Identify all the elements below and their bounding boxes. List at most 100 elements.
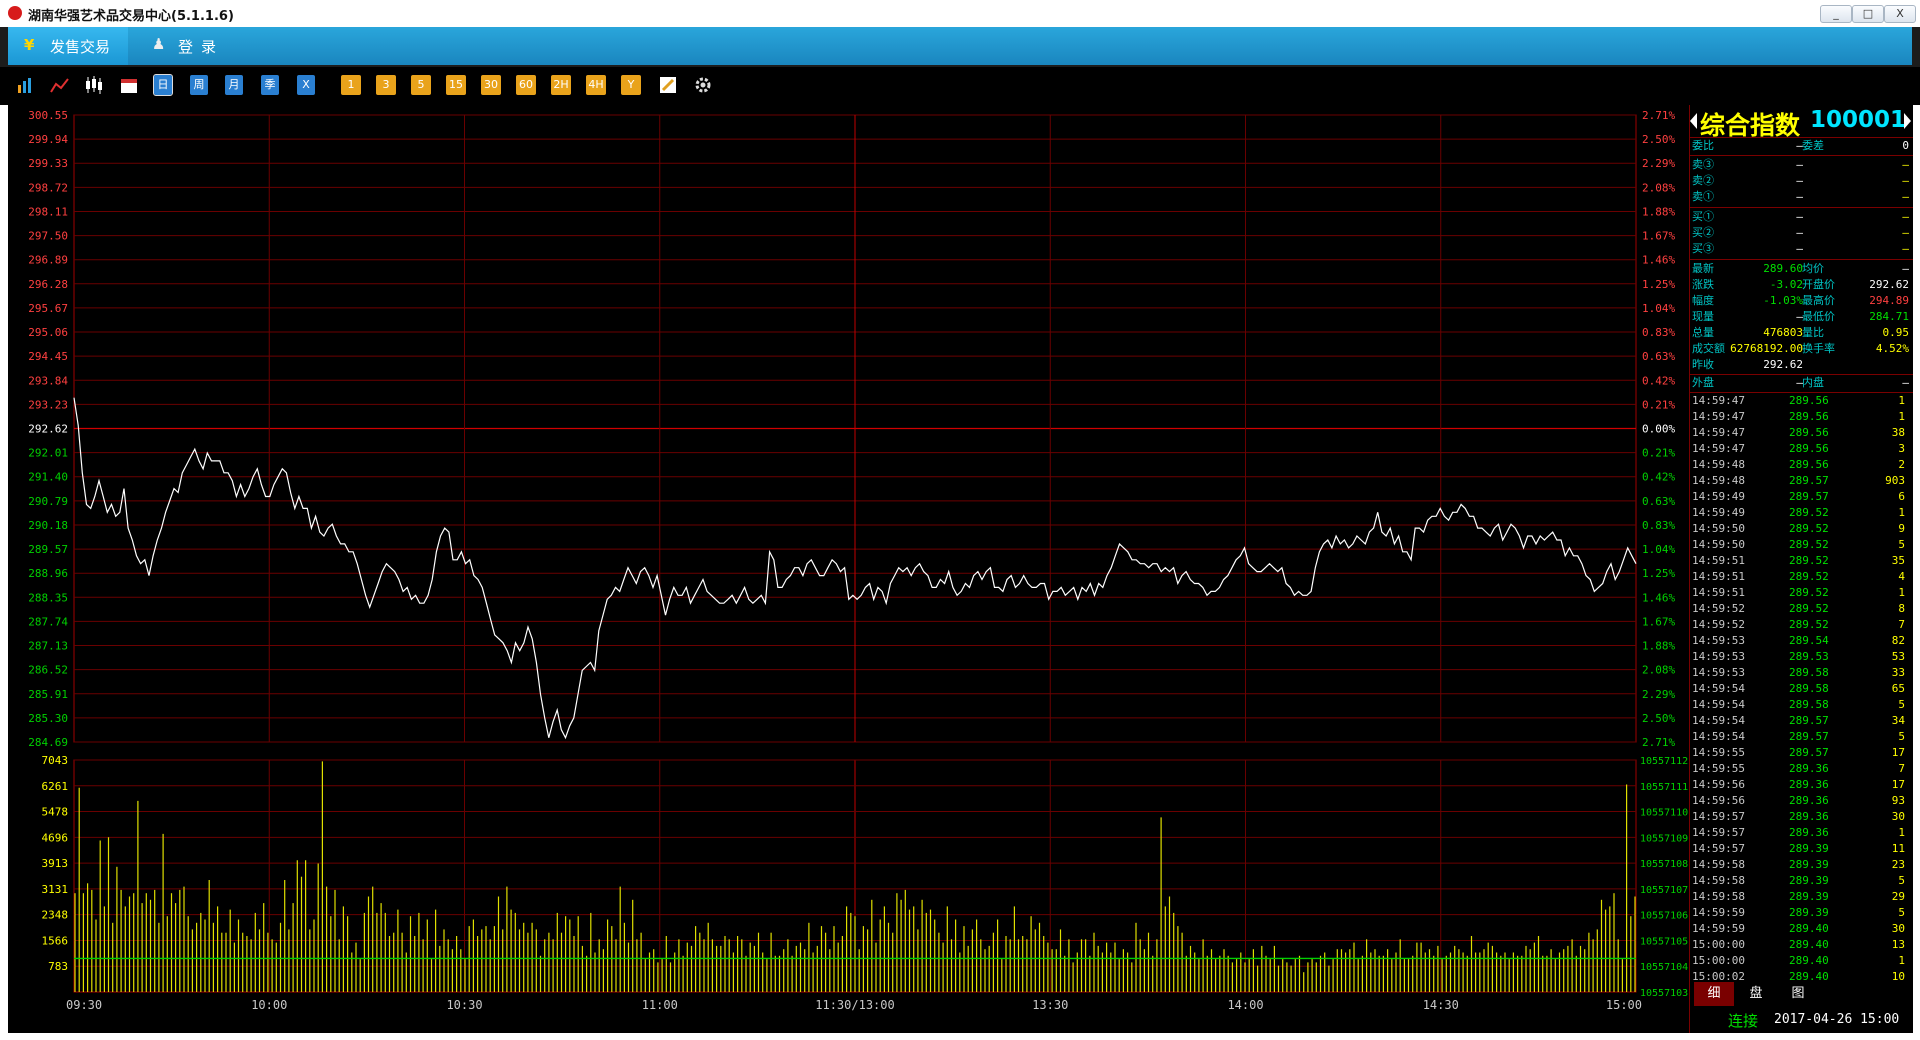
tick-time: 14:59:57 bbox=[1692, 842, 1745, 855]
tick-price: 289.54 bbox=[1789, 634, 1829, 647]
stat-row: 幅度 -1.03% 最高价 294.89 bbox=[1690, 293, 1913, 309]
minute-period-button-8[interactable]: Y bbox=[621, 75, 641, 95]
period-button-1[interactable]: 周 bbox=[190, 75, 208, 95]
minute-period-button-2[interactable]: 5 bbox=[411, 75, 431, 95]
price-axis-label: 287.13 bbox=[28, 640, 68, 653]
tick-price: 289.36 bbox=[1789, 826, 1829, 839]
tick-time: 15:00:00 bbox=[1692, 954, 1745, 967]
tick-volume: 903 bbox=[1885, 474, 1905, 487]
tick-row: 14:59:52 289.52 7 bbox=[1690, 617, 1913, 633]
panel-tab-2[interactable]: 图 bbox=[1778, 982, 1818, 1006]
ask-price: — bbox=[1796, 158, 1803, 171]
tick-row: 14:59:59 289.39 5 bbox=[1690, 905, 1913, 921]
ask-row: 卖② — — bbox=[1690, 173, 1913, 189]
pct-axis-label: 2.71% bbox=[1642, 109, 1675, 122]
tick-volume: 13 bbox=[1891, 938, 1905, 951]
volume-right-label: 10557108 bbox=[1640, 859, 1688, 870]
tick-time: 14:59:50 bbox=[1692, 538, 1745, 551]
bid-label: 买① bbox=[1692, 210, 1714, 223]
tick-time: 14:59:59 bbox=[1692, 906, 1745, 919]
tick-time: 14:59:48 bbox=[1692, 458, 1745, 471]
ask-price: — bbox=[1796, 190, 1803, 203]
price-axis-label: 290.18 bbox=[28, 519, 68, 532]
tick-row: 14:59:47 289.56 38 bbox=[1690, 425, 1913, 441]
tick-time: 14:59:49 bbox=[1692, 506, 1745, 519]
period-button-2[interactable]: 月 bbox=[225, 75, 243, 95]
candlestick-icon[interactable] bbox=[84, 75, 104, 95]
stat-value: -3.02 bbox=[1769, 278, 1803, 291]
period-button-0[interactable]: 日 bbox=[153, 74, 173, 96]
tick-row: 14:59:56 289.36 93 bbox=[1690, 793, 1913, 809]
tick-price: 289.57 bbox=[1789, 474, 1829, 487]
minimize-button[interactable]: _ bbox=[1820, 5, 1852, 23]
tick-price: 289.40 bbox=[1789, 954, 1829, 967]
tick-volume: 6 bbox=[1898, 490, 1905, 503]
ask-volume: — bbox=[1902, 158, 1909, 171]
minute-period-button-6[interactable]: 2H bbox=[551, 75, 571, 95]
minute-period-button-1[interactable]: 3 bbox=[376, 75, 396, 95]
tick-price: 289.56 bbox=[1789, 410, 1829, 423]
minute-period-button-7[interactable]: 4H bbox=[586, 75, 606, 95]
next-arrow-icon[interactable] bbox=[1904, 113, 1911, 129]
tick-price: 289.57 bbox=[1789, 730, 1829, 743]
close-button[interactable]: X bbox=[1884, 5, 1916, 23]
tick-time: 14:59:56 bbox=[1692, 794, 1745, 807]
price-axis-label: 296.28 bbox=[28, 278, 68, 291]
tick-time: 14:59:54 bbox=[1692, 682, 1745, 695]
pct-axis-label: 1.04% bbox=[1642, 302, 1675, 315]
tick-row: 14:59:51 289.52 1 bbox=[1690, 585, 1913, 601]
bar-chart-icon[interactable] bbox=[16, 75, 34, 95]
time-axis-label: 11:30/13:00 bbox=[815, 998, 894, 1012]
tick-price: 289.58 bbox=[1789, 698, 1829, 711]
tick-volume: 3 bbox=[1898, 442, 1905, 455]
calendar-icon[interactable] bbox=[120, 75, 138, 95]
tab-login-label: 登录 bbox=[178, 38, 225, 56]
window-title: 湖南华强艺术品交易中心(5.1.1.6) bbox=[28, 9, 234, 24]
pct-axis-label: 0.63% bbox=[1642, 495, 1675, 508]
tick-time: 14:59:54 bbox=[1692, 698, 1745, 711]
stat-label: 总量 bbox=[1692, 326, 1714, 339]
pct-axis-label: 0.21% bbox=[1642, 447, 1675, 460]
volume-right-label: 10557106 bbox=[1640, 911, 1688, 922]
stat-value: 0.95 bbox=[1882, 326, 1910, 339]
price-axis-label: 291.40 bbox=[28, 471, 68, 484]
gear-icon[interactable] bbox=[693, 75, 713, 95]
minute-period-button-0[interactable]: 1 bbox=[341, 75, 361, 95]
outer-inner-row: 外盘 — 内盘 — bbox=[1690, 375, 1913, 391]
minute-period-button-3[interactable]: 15 bbox=[446, 75, 466, 95]
volume-axis-label: 2348 bbox=[42, 909, 69, 922]
stat-label: 幅度 bbox=[1692, 294, 1714, 307]
stat-value: 476803 bbox=[1763, 326, 1803, 339]
quote-panel: 综合指数 100001 委比 — 委差 0 细盘图 连接 2017-04-26 … bbox=[1689, 105, 1913, 1033]
panel-tab-1[interactable]: 盘 bbox=[1736, 982, 1776, 1006]
volume-right-label: 10557109 bbox=[1640, 833, 1688, 844]
period-button-3[interactable]: 季 bbox=[261, 75, 279, 95]
tab-sell-trade[interactable]: ¥ 发售交易 bbox=[8, 27, 128, 65]
line-chart-icon[interactable] bbox=[50, 75, 70, 95]
menu-stripe: ¥ 发售交易 ♟ 登录 bbox=[8, 27, 1912, 65]
panel-tab-0[interactable]: 细 bbox=[1694, 982, 1734, 1006]
prev-arrow-icon[interactable] bbox=[1690, 113, 1697, 129]
pct-axis-label: 1.25% bbox=[1642, 567, 1675, 580]
ask-label: 卖① bbox=[1692, 190, 1714, 203]
status-bar: 连接 2017-04-26 15:00 bbox=[1690, 1007, 1913, 1033]
tick-volume: 9 bbox=[1898, 522, 1905, 535]
minute-period-button-4[interactable]: 30 bbox=[481, 75, 501, 95]
pencil-icon[interactable] bbox=[658, 75, 678, 95]
maximize-button[interactable]: □ bbox=[1852, 5, 1884, 23]
tab-login[interactable]: ♟ 登录 bbox=[144, 27, 244, 65]
minute-period-button-5[interactable]: 60 bbox=[516, 75, 536, 95]
intraday-chart[interactable]: 300.55 2.71% 299.94 2.50% 299.33 2.29% 298.72 2… bbox=[8, 105, 1688, 1033]
stat-label: 换手率 bbox=[1802, 342, 1835, 355]
yen-icon: ¥ bbox=[24, 36, 35, 54]
pct-axis-label: 2.29% bbox=[1642, 688, 1675, 701]
tick-row: 14:59:55 289.57 17 bbox=[1690, 745, 1913, 761]
tick-price: 289.36 bbox=[1789, 810, 1829, 823]
period-button-4[interactable]: X bbox=[297, 75, 315, 95]
tick-volume: 5 bbox=[1898, 906, 1905, 919]
pct-axis-label: 2.50% bbox=[1642, 712, 1675, 725]
tick-volume: 5 bbox=[1898, 874, 1905, 887]
stat-label: 涨跌 bbox=[1692, 278, 1714, 291]
time-axis-label: 14:00 bbox=[1227, 998, 1263, 1012]
tick-row: 14:59:58 289.39 5 bbox=[1690, 873, 1913, 889]
